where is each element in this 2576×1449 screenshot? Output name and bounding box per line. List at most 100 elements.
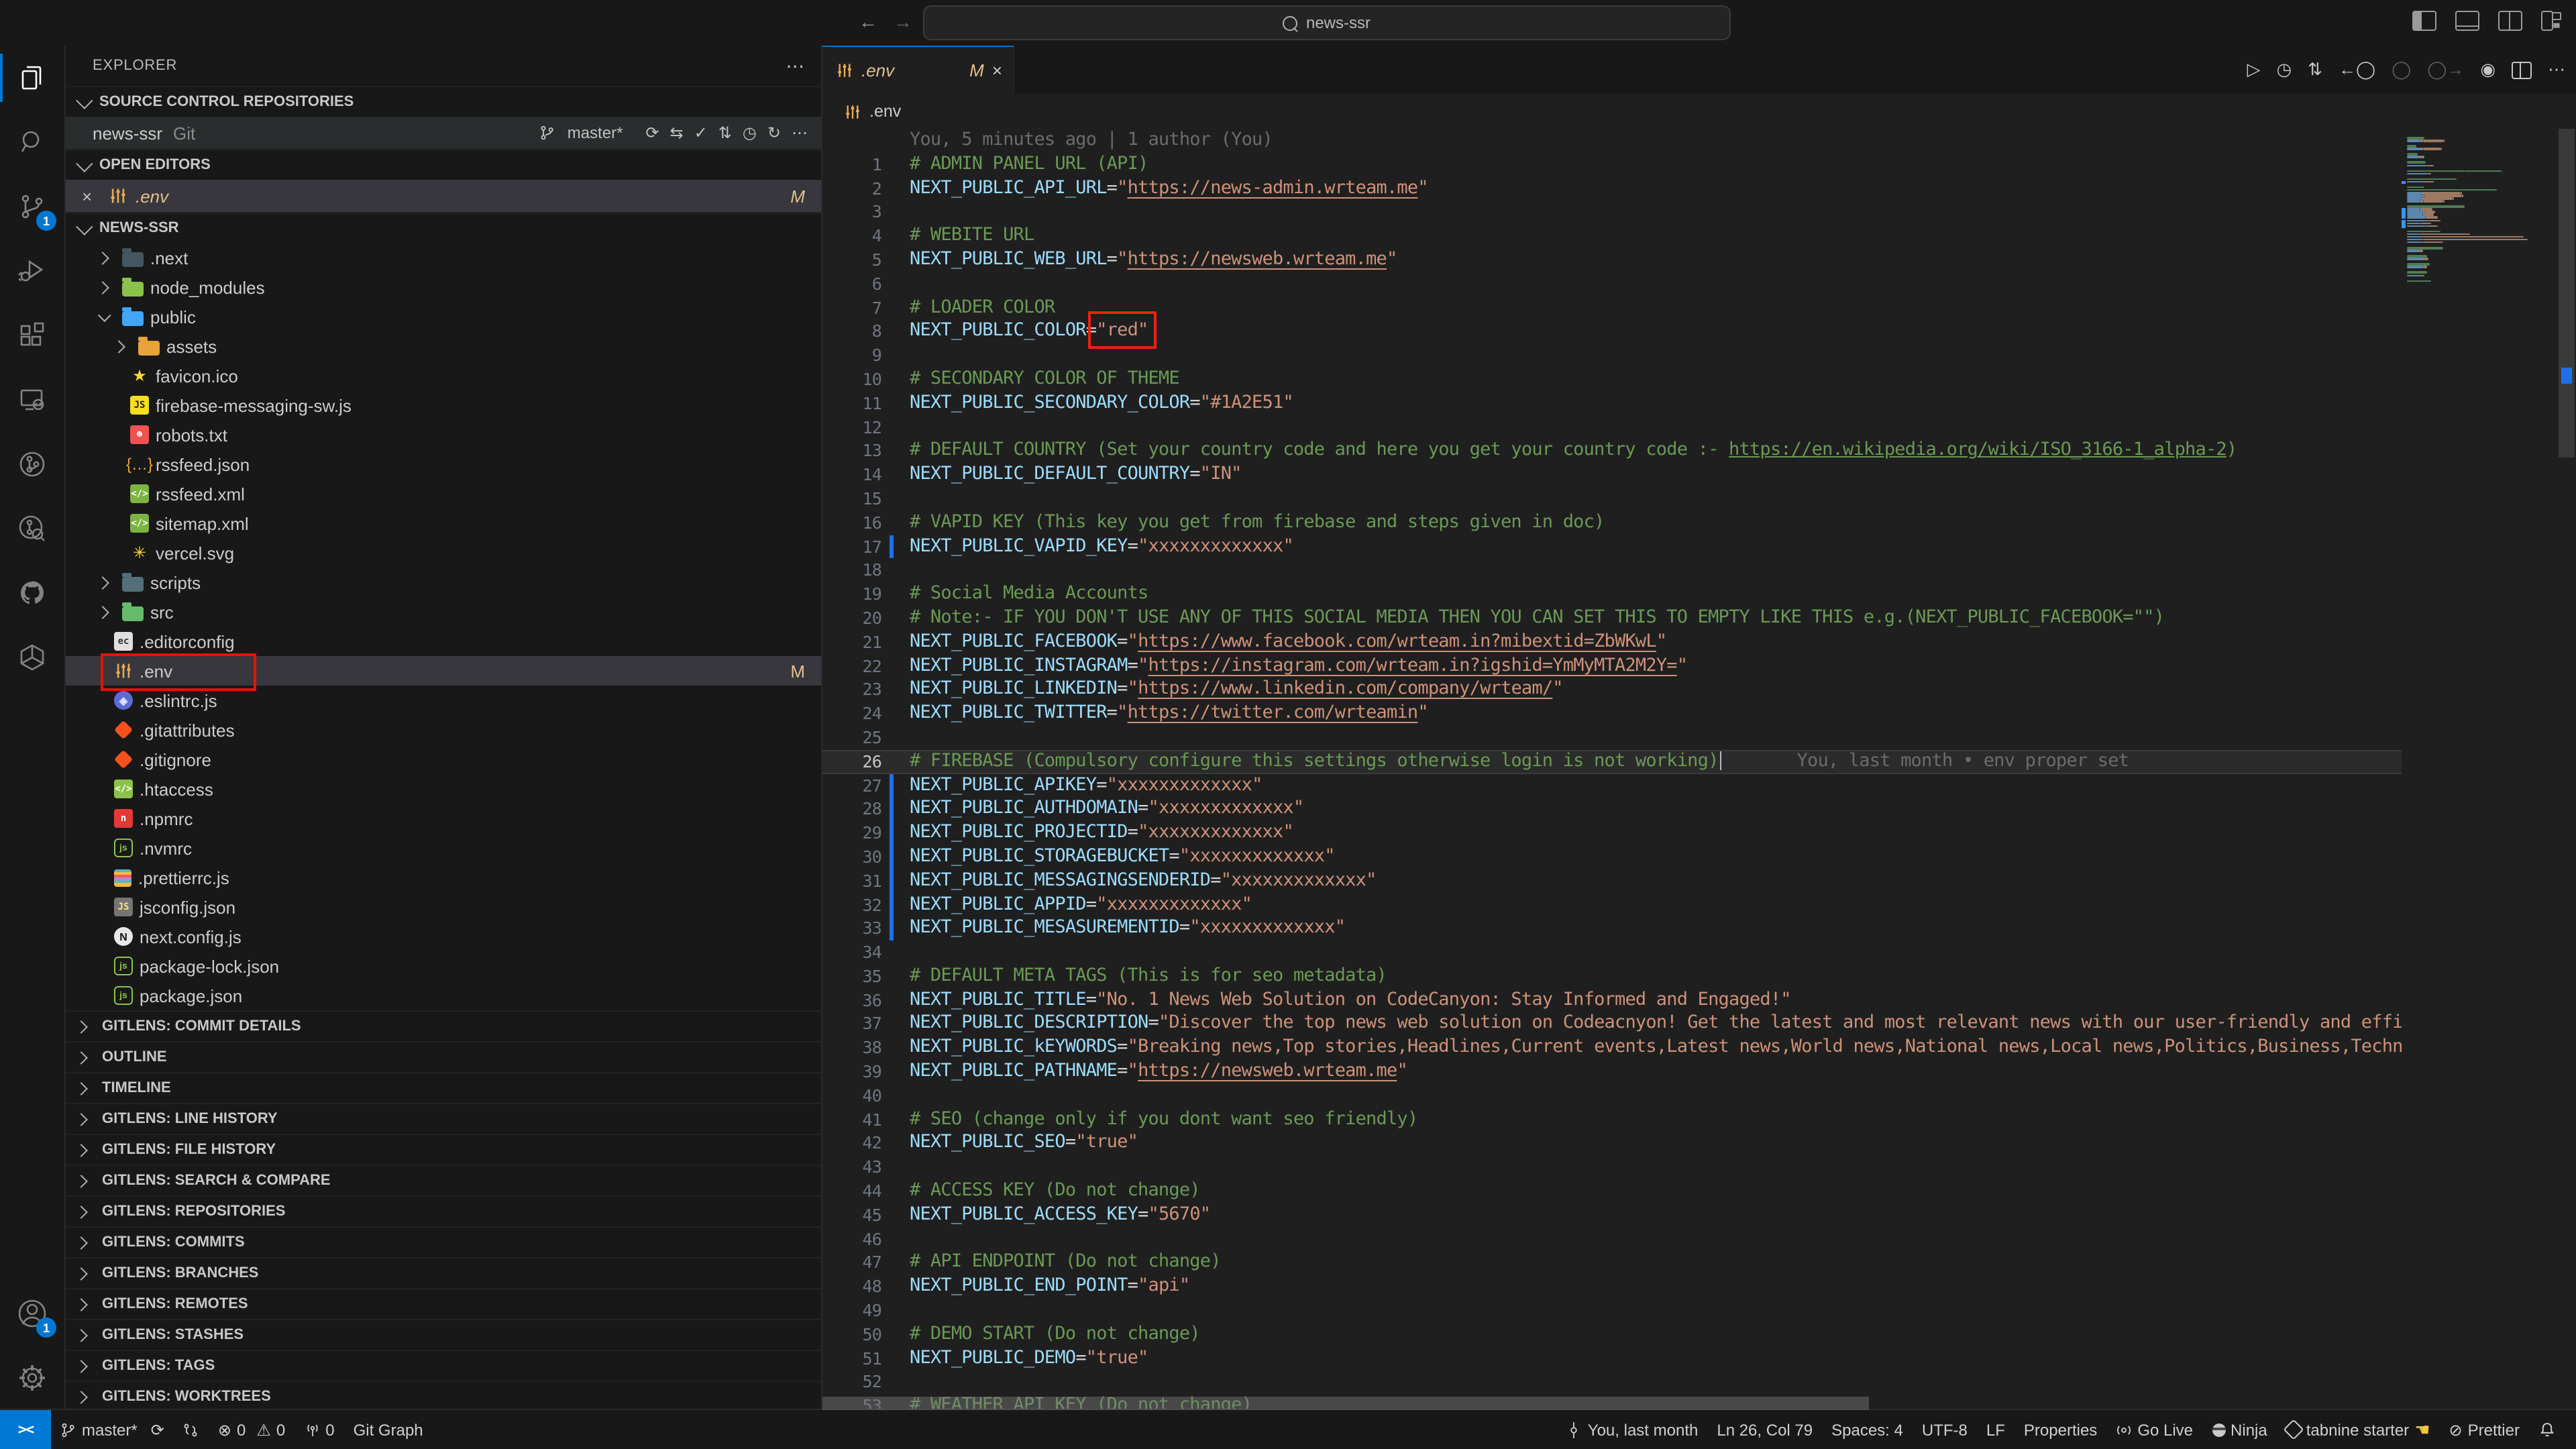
code-area[interactable]: You, 5 minutes ago | 1 author (You)1# AD… [822,129,2402,1410]
run-debug-icon[interactable] [0,239,64,303]
nav-forward-icon[interactable]: → [894,11,912,32]
tree-item-.gitignore[interactable]: .gitignore [66,745,821,774]
vertical-scrollbar[interactable] [2557,129,2576,1410]
section-gitlens-remotes[interactable]: GITLENS: REMOTES [66,1288,821,1319]
code-line-46[interactable]: 46 [822,1227,2402,1251]
code-line-28[interactable]: 28NEXT_PUBLIC_AUTHDOMAIN="xxxxxxxxxxxxx" [822,798,2402,822]
search-view-icon[interactable] [0,110,64,174]
tab-close-icon[interactable]: × [992,60,1002,80]
code-line-30[interactable]: 30NEXT_PUBLIC_STORAGEBUCKET="xxxxxxxxxxx… [822,845,2402,869]
close-icon[interactable]: × [82,186,101,206]
scm-action-icon[interactable]: ⟳ [645,123,659,142]
code-line-21[interactable]: 21NEXT_PUBLIC_FACEBOOK="https://www.face… [822,630,2402,654]
code-line-32[interactable]: 32NEXT_PUBLIC_APPID="xxxxxxxxxxxxx" [822,893,2402,917]
section-gitlens-line-history[interactable]: GITLENS: LINE HISTORY [66,1103,821,1134]
tree-item-.npmrc[interactable]: n.npmrc [66,804,821,833]
code-line-40[interactable]: 40 [822,1084,2402,1108]
tree-item-.editorconfig[interactable]: ec.editorconfig [66,627,821,656]
code-line-1[interactable]: 1# ADMIN PANEL URL (API) [822,153,2402,177]
code-line-47[interactable]: 47# API ENDPOINT (Do not change) [822,1251,2402,1275]
status-language-mode[interactable]: Properties [2015,1420,2106,1439]
section-outline[interactable]: OUTLINE [66,1041,821,1072]
code-line-17[interactable]: 17NEXT_PUBLIC_VAPID_KEY="xxxxxxxxxxxxx" [822,535,2402,559]
remote-indicator[interactable]: >< [0,1410,51,1449]
section-gitlens-file-history[interactable]: GITLENS: FILE HISTORY [66,1134,821,1165]
file-history-icon[interactable]: ◷ [2276,59,2292,80]
extensions-icon[interactable] [0,303,64,368]
tree-item-src[interactable]: src [66,597,821,627]
code-line-50[interactable]: 50# DEMO START (Do not change) [822,1323,2402,1347]
tree-item-package-lock.json[interactable]: jspackage-lock.json [66,951,821,981]
section-workspace-news-ssr[interactable]: NEWS-SSR [66,212,821,243]
tree-item-rssfeed.xml[interactable]: </>rssfeed.xml [66,479,821,508]
sync-icon[interactable]: ⟳ [151,1420,164,1439]
scm-action-icon[interactable]: ⇆ [670,123,684,142]
customize-layout-icon[interactable] [2541,11,2563,28]
status-problems[interactable]: ⊗0 ⚠0 [209,1420,294,1439]
split-editor-icon[interactable] [2512,61,2532,78]
scm-repo-row[interactable]: news-ssr Git master* ⟳⇆✓⇅◷↻⋯ [66,117,821,149]
status-ports[interactable]: 0 [294,1420,343,1439]
tree-item-public[interactable]: public [66,302,821,331]
tree-item-package.json[interactable]: jspackage.json [66,981,821,1010]
cube-extension-icon[interactable] [0,625,64,690]
toggle-panel-icon[interactable] [2455,11,2479,31]
code-line-36[interactable]: 36NEXT_PUBLIC_TITLE="No. 1 News Web Solu… [822,988,2402,1012]
status-indentation[interactable]: Spaces: 4 [1822,1420,1913,1439]
github-icon[interactable] [0,561,64,625]
section-gitlens-repositories[interactable]: GITLENS: REPOSITORIES [66,1195,821,1226]
previous-change-icon[interactable]: ←◯ [2339,59,2375,80]
nav-back-icon[interactable]: ← [859,11,877,32]
more-actions-icon[interactable]: ⋯ [2548,59,2565,80]
code-line-14[interactable]: 14NEXT_PUBLIC_DEFAULT_COUNTRY="IN" [822,463,2402,487]
section-gitlens-tags[interactable]: GITLENS: TAGS [66,1350,821,1381]
status-prettier[interactable]: ⊘ Prettier [2440,1420,2530,1439]
section-gitlens-branches[interactable]: GITLENS: BRANCHES [66,1257,821,1288]
explorer-more-actions-icon[interactable]: ⋯ [786,54,805,77]
gitlens-inspect-icon[interactable] [0,496,64,561]
tree-item-rssfeed.json[interactable]: {…}rssfeed.json [66,449,821,479]
scm-action-icon[interactable]: ↻ [767,123,781,142]
section-timeline[interactable]: TIMELINE [66,1072,821,1103]
code-line-44[interactable]: 44# ACCESS KEY (Do not change) [822,1179,2402,1203]
gitlens-icon[interactable] [0,432,64,496]
status-encoding[interactable]: UTF-8 [1913,1420,1977,1439]
scm-action-icon[interactable]: ⇅ [718,123,732,142]
run-file-icon[interactable]: ▷ [2247,59,2260,80]
code-line-24[interactable]: 24NEXT_PUBLIC_TWITTER="https://twitter.c… [822,702,2402,726]
tree-item-node_modules[interactable]: node_modules [66,272,821,302]
gitlens-graph-icon[interactable]: ◉ [2480,59,2496,80]
scm-branch-label[interactable]: master* [568,123,623,142]
section-gitlens-stashes[interactable]: GITLENS: STASHES [66,1319,821,1350]
open-editor-env[interactable]: × .env M [66,180,821,212]
tree-item-.env[interactable]: .envM [66,656,821,686]
compare-changes-icon[interactable]: ⇅ [2308,59,2322,80]
explorer-icon[interactable] [0,46,64,110]
code-line-43[interactable]: 43 [822,1156,2402,1180]
code-line-41[interactable]: 41# SEO (change only if you dont want se… [822,1108,2402,1132]
tree-item-scripts[interactable]: scripts [66,568,821,597]
horizontal-scrollbar[interactable] [822,1397,1869,1410]
code-line-42[interactable]: 42NEXT_PUBLIC_SEO="true" [822,1132,2402,1156]
code-line-2[interactable]: 2NEXT_PUBLIC_API_URL="https://news-admin… [822,176,2402,201]
tree-item-robots.txt[interactable]: ☻robots.txt [66,420,821,449]
code-line-49[interactable]: 49 [822,1299,2402,1323]
section-gitlens-commit-details[interactable]: GITLENS: COMMIT DETAILS [66,1010,821,1041]
tree-item-jsconfig.json[interactable]: JSjsconfig.json [66,892,821,922]
status-notifications[interactable] [2529,1421,2565,1438]
code-line-20[interactable]: 20# Note:- IF YOU DON'T USE ANY OF THIS … [822,606,2402,631]
code-line-3[interactable]: 3 [822,201,2402,225]
code-line-25[interactable]: 25 [822,726,2402,750]
code-line-45[interactable]: 45NEXT_PUBLIC_ACCESS_KEY="5670" [822,1203,2402,1228]
section-gitlens-search-compare[interactable]: GITLENS: SEARCH & COMPARE [66,1165,821,1195]
scm-action-icon[interactable]: ⋯ [792,123,808,142]
tree-item-.next[interactable]: .next [66,243,821,272]
code-line-7[interactable]: 7# LOADER COLOR [822,296,2402,320]
tree-item-firebase-messaging-sw.js[interactable]: JSfirebase-messaging-sw.js [66,390,821,420]
code-line-23[interactable]: 23NEXT_PUBLIC_LINKEDIN="https://www.link… [822,678,2402,702]
code-line-10[interactable]: 10# SECONDARY COLOR OF THEME [822,368,2402,392]
code-line-35[interactable]: 35# DEFAULT META TAGS (This is for seo m… [822,965,2402,989]
status-cursor-position[interactable]: Ln 26, Col 79 [1707,1420,1822,1439]
settings-gear-icon[interactable] [0,1346,64,1410]
status-tabnine[interactable]: tabnine starter ☚ [2277,1419,2440,1440]
